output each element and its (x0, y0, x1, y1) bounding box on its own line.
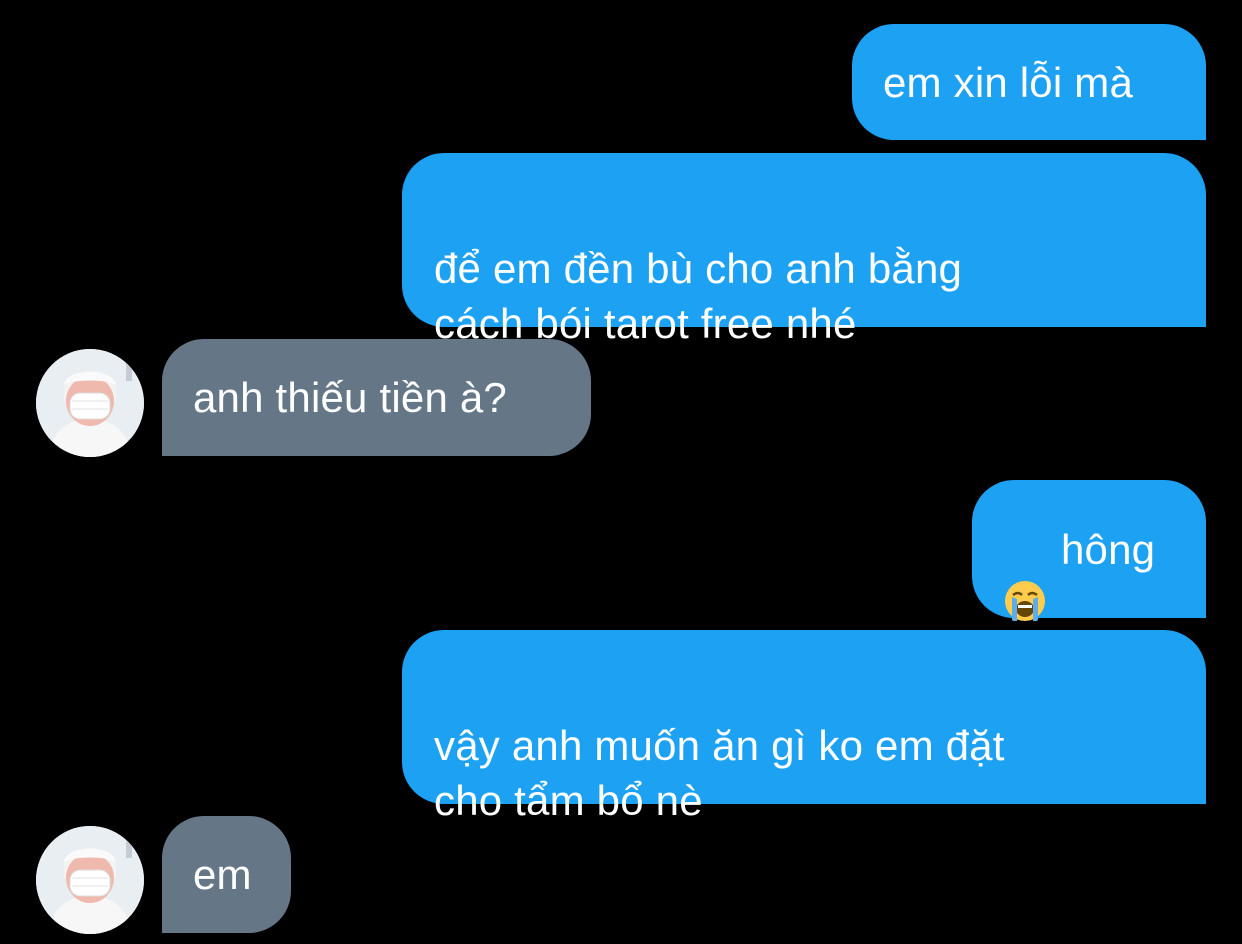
avatar[interactable] (36, 826, 144, 934)
message-bubble-sent[interactable]: để em đền bù cho anh bằng cách bói tarot… (402, 153, 1206, 347)
avatar[interactable] (36, 349, 144, 457)
message-bubble-sent[interactable]: vậy anh muốn ăn gì ko em đặt cho tẩm bổ … (402, 630, 1206, 824)
message-text: hông (1061, 525, 1156, 573)
message-bubble-sent[interactable]: hông (972, 480, 1206, 621)
message-text: em xin lỗi mà (883, 58, 1134, 106)
message-text: em (193, 851, 252, 898)
message-text: vậy anh muốn ăn gì ko em đặt cho tẩm bổ … (434, 722, 1005, 824)
message-bubble-sent[interactable]: em xin lỗi mà (852, 24, 1206, 140)
avatar-photo (36, 826, 144, 934)
message-bubble-received[interactable]: anh thiếu tiền à? (162, 339, 591, 456)
message-bubble-received[interactable]: em (162, 816, 291, 933)
avatar-photo (36, 349, 144, 457)
message-text: để em đền bù cho anh bằng cách bói tarot… (434, 245, 963, 347)
loudly-crying-face-icon (1003, 524, 1047, 621)
message-text: anh thiếu tiền à? (193, 374, 507, 421)
